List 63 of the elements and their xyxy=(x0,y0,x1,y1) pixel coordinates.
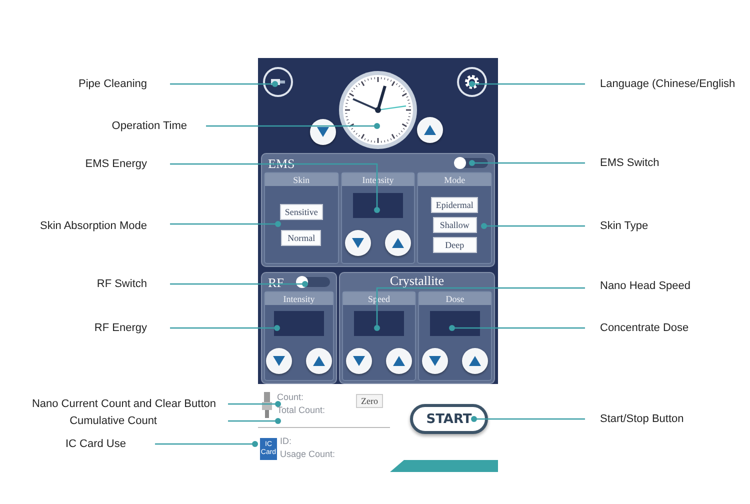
option-button[interactable]: Normal xyxy=(281,230,322,246)
option-button[interactable]: Epidermal xyxy=(430,196,478,212)
down-button[interactable] xyxy=(346,348,372,374)
up-arrow-icon xyxy=(313,356,325,366)
total-count-label: Total Count: xyxy=(277,405,326,415)
leader-line xyxy=(228,401,281,407)
column-title: Dose xyxy=(446,294,464,304)
value-display xyxy=(274,311,324,336)
up-button[interactable] xyxy=(385,230,411,256)
callout-label: Concentrate Dose xyxy=(600,321,689,335)
callout-label: Pipe Cleaning xyxy=(78,77,147,91)
callout-label: RF Switch xyxy=(96,277,147,291)
panel-title: Crystallite xyxy=(390,273,444,288)
up-button[interactable] xyxy=(386,348,412,374)
down-arrow-icon xyxy=(353,356,365,366)
option-button[interactable]: Sensitive xyxy=(280,204,323,220)
up-button[interactable] xyxy=(306,348,332,374)
toggle-switch[interactable] xyxy=(296,276,330,288)
down-button[interactable] xyxy=(266,348,292,374)
option-button[interactable]: Shallow xyxy=(432,216,477,232)
settings-icon xyxy=(464,74,480,90)
down-arrow-icon xyxy=(352,238,364,248)
down-button[interactable] xyxy=(345,230,371,256)
option-button[interactable]: Deep xyxy=(432,236,477,252)
callout-label: Start/Stop Button xyxy=(600,412,684,426)
down-arrow-icon xyxy=(317,127,329,137)
callout-label: Language (Chinese/English xyxy=(600,77,736,91)
clock-icon xyxy=(338,70,418,150)
callout-label: Operation Time xyxy=(112,119,187,133)
callout-label: EMS Energy xyxy=(85,157,147,171)
up-arrow-icon xyxy=(392,238,404,248)
down-button[interactable] xyxy=(310,119,336,145)
up-button[interactable] xyxy=(462,348,488,374)
column-title: Skin xyxy=(293,174,310,184)
down-arrow-icon xyxy=(273,356,285,366)
callout-label: Cumulative Count xyxy=(70,414,157,428)
column-title: Intensity xyxy=(283,294,315,304)
value-display xyxy=(430,311,480,336)
handpiece-icon xyxy=(260,392,274,418)
callout-label: Nano Head Speed xyxy=(600,279,691,293)
value-display xyxy=(354,311,404,336)
callout-label: Nano Current Count and Clear Button xyxy=(32,397,216,411)
zero-button[interactable]: Zero xyxy=(356,394,383,408)
settings-button[interactable] xyxy=(459,69,485,95)
down-arrow-icon xyxy=(429,356,441,366)
start-button[interactable]: START xyxy=(410,404,488,434)
callout-label: EMS Switch xyxy=(600,156,660,170)
count-label: Count: xyxy=(277,392,305,402)
callout-label: Skin Type xyxy=(600,219,648,233)
column-title: Mode xyxy=(444,174,466,184)
callout-label: RF Energy xyxy=(94,321,147,335)
callout-label: Skin Absorption Mode xyxy=(40,219,147,233)
up-arrow-icon xyxy=(393,356,405,366)
up-arrow-icon xyxy=(424,125,436,135)
value-display xyxy=(353,193,403,218)
leader-line xyxy=(228,418,281,424)
usage-count-label: Usage Count: xyxy=(280,449,336,459)
up-arrow-icon xyxy=(469,356,481,366)
down-button[interactable] xyxy=(422,348,448,374)
callout-label: IC Card Use xyxy=(65,437,126,451)
pipe-cleaning-button[interactable] xyxy=(265,69,291,95)
id-label: ID: xyxy=(280,436,293,446)
up-button[interactable] xyxy=(417,117,443,143)
